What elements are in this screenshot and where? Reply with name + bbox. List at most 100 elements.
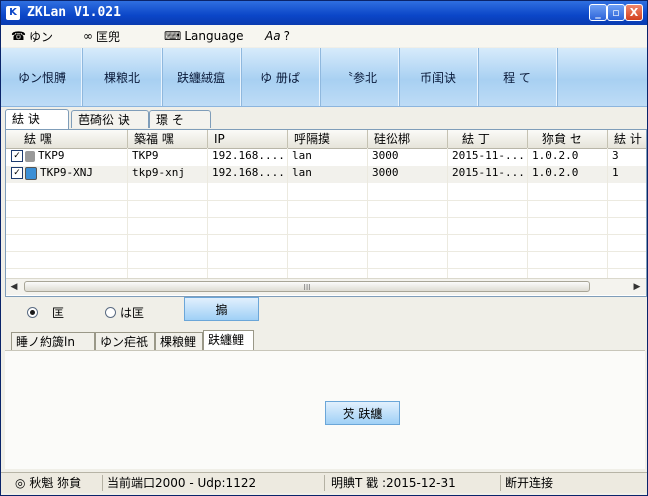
scroll-right-icon[interactable]: ▶ — [630, 280, 644, 294]
title-bar[interactable]: K ZKLan V1.021 _ ▫ X — [1, 1, 647, 25]
menu-item-help[interactable]: Aa? — [265, 28, 290, 44]
status-bar: ◎ 秋魁 狝貟 当前端口2000 - Udp:1122 明賟T 戳 :2015-… — [1, 472, 647, 493]
device-table: 紶 嘿 築福 嘿 IP 呼隔摸 硅彸梆 紶 丁 狝貟 セ 紶 计 ✓ TKP9 T… — [5, 129, 647, 297]
table-row[interactable]: ✓ TKP9-XNJ tkp9-xnj 192.168.... lan 3000 … — [6, 166, 646, 183]
column-header[interactable]: 紶 计 — [608, 130, 646, 148]
menu-bar: ☎ ゆン ∞ 匡兜 ⌨ Language Aa? — [1, 25, 647, 47]
column-header[interactable]: 呼隔摸 — [288, 130, 368, 148]
radio-option-2[interactable]: は匡 — [105, 304, 144, 321]
lower-tab-4[interactable]: 趺纏鲤 — [203, 330, 254, 351]
table-cell: tkp9-xnj — [128, 166, 208, 183]
app-window: K ZKLan V1.021 _ ▫ X ☎ ゆン ∞ 匡兜 ⌨ Language A… — [0, 0, 648, 496]
menu-label: 匡兜 — [96, 29, 121, 44]
table-cell: 3000 — [368, 166, 448, 183]
keyboard-icon: ⌨ — [164, 29, 182, 43]
grid-line — [127, 148, 128, 278]
monitor-icon — [25, 166, 37, 180]
column-header[interactable]: 硅彸梆 — [368, 130, 448, 148]
table-cell: 1 — [608, 166, 646, 183]
grid-line — [607, 148, 608, 278]
table-header: 紶 嘿 築福 嘿 IP 呼隔摸 硅彸梆 紶 丁 狝貟 セ 紶 计 — [6, 130, 646, 149]
scroll-left-icon[interactable]: ◀ — [7, 280, 21, 294]
table-cell: 1.0.2.0 — [528, 149, 608, 166]
status-field-2: 当前端口2000 - Udp:1122 — [103, 475, 325, 491]
column-header[interactable]: 紶 嘿 — [6, 130, 128, 148]
status-text: 秋魁 狝貟 — [29, 476, 82, 490]
close-button[interactable]: X — [625, 4, 643, 21]
toolbar-button-2[interactable]: 棵粮北 — [83, 48, 162, 106]
name-cell: ✓ TKP9 — [6, 149, 128, 166]
options-row: 匡 は匡 搧 — [1, 297, 647, 325]
radio-label: 匡 — [52, 306, 65, 320]
toolbar-button-7[interactable]: 程 て — [478, 48, 557, 106]
grid-line — [6, 200, 646, 201]
table-cell: TKP9 — [128, 149, 208, 166]
grid-line — [6, 251, 646, 252]
lower-tab-2[interactable]: ゆン疟祇 — [95, 332, 155, 351]
horizontal-scrollbar[interactable]: ◀ III ▶ — [6, 278, 646, 295]
grid-line — [6, 217, 646, 218]
table-cell: 192.168.... — [208, 166, 288, 183]
grid-line — [447, 148, 448, 278]
column-header[interactable]: 築福 嘿 — [128, 130, 208, 148]
device-icon — [25, 150, 35, 162]
table-cell: lan — [288, 149, 368, 166]
scroll-thumb[interactable]: III — [24, 281, 590, 292]
tab-3[interactable]: 璟 そ — [149, 110, 211, 128]
column-header[interactable]: IP — [208, 130, 288, 148]
menu-label: Language — [184, 29, 244, 43]
action-button[interactable]: 搧 — [184, 297, 259, 321]
radio-option-1[interactable]: 匡 — [27, 304, 64, 321]
radio-dot-icon[interactable] — [105, 307, 116, 318]
menu-item-1[interactable]: ☎ ゆン — [11, 28, 53, 44]
grid-line — [6, 268, 646, 269]
table-cell: lan — [288, 166, 368, 183]
status-field-1: ◎ 秋魁 狝貟 — [15, 475, 103, 491]
toolbar-button-1[interactable]: ゆン恨膊 — [3, 48, 82, 106]
status-field-3: 明賟T 戳 :2015-12-31 — [327, 475, 501, 491]
table-cell: 3000 — [368, 149, 448, 166]
radio-label: は匡 — [120, 306, 145, 320]
window-title: ZKLan V1.021 — [27, 5, 121, 20]
table-cell: 2015-11-... — [448, 149, 528, 166]
name-cell: ✓ TKP9-XNJ — [6, 166, 128, 183]
row-checkbox[interactable]: ✓ — [11, 150, 23, 162]
grid-line — [527, 148, 528, 278]
toolbar: ゆン恨膊 棵粮北 趺纏絨瘟 ゆ 册ぱ 〝参北 币闺诀 程 て — [1, 48, 647, 107]
grid-line — [6, 234, 646, 235]
menu-item-language[interactable]: ⌨ Language — [164, 28, 244, 44]
minimize-button[interactable]: _ — [589, 4, 607, 21]
cell-text: TKP9-XNJ — [40, 166, 93, 179]
dial-icon: ☎ — [11, 29, 26, 43]
table-cell: 2015-11-... — [448, 166, 528, 183]
table-cell: 192.168.... — [208, 149, 288, 166]
status-field-4: 断开连接 — [505, 476, 554, 490]
menu-label: ゆン — [28, 29, 53, 44]
grid-line — [367, 148, 368, 278]
menu-item-2[interactable]: ∞ 匡兜 — [83, 28, 120, 44]
tab-2[interactable]: 芭碕彸 诀 — [71, 110, 149, 128]
toolbar-button-5[interactable]: 〝参北 — [320, 48, 399, 106]
grid-line — [207, 148, 208, 278]
toolbar-button-4[interactable]: ゆ 册ぱ — [241, 48, 320, 106]
glasses-icon: ∞ — [83, 29, 93, 43]
radio-dot-icon[interactable] — [27, 307, 38, 318]
row-checkbox[interactable]: ✓ — [11, 167, 23, 179]
content-panel: 芡 趺纏 — [5, 350, 645, 469]
toolbar-button-6[interactable]: 币闺诀 — [399, 48, 478, 106]
column-header[interactable]: 紶 丁 — [448, 130, 528, 148]
toolbar-button-3[interactable]: 趺纏絨瘟 — [162, 48, 241, 106]
maximize-button[interactable]: ▫ — [607, 4, 625, 21]
status-dot-icon: ◎ — [15, 476, 26, 490]
help-icon: Aa — [265, 29, 281, 43]
menu-label: ? — [283, 29, 290, 43]
tab-1[interactable]: 紶 诀 — [5, 109, 69, 129]
lower-tab-1[interactable]: 睡ノ約簴ln — [11, 332, 95, 351]
column-header[interactable]: 狝貟 セ — [528, 130, 608, 148]
table-cell: 3 — [608, 149, 646, 166]
table-row[interactable]: ✓ TKP9 TKP9 192.168.... lan 3000 2015-11-… — [6, 149, 646, 166]
lower-tab-3[interactable]: 棵粮鲤 — [155, 332, 203, 351]
panel-action-button[interactable]: 芡 趺纏 — [325, 401, 400, 425]
cell-text: TKP9 — [38, 149, 65, 162]
table-cell: 1.0.2.0 — [528, 166, 608, 183]
